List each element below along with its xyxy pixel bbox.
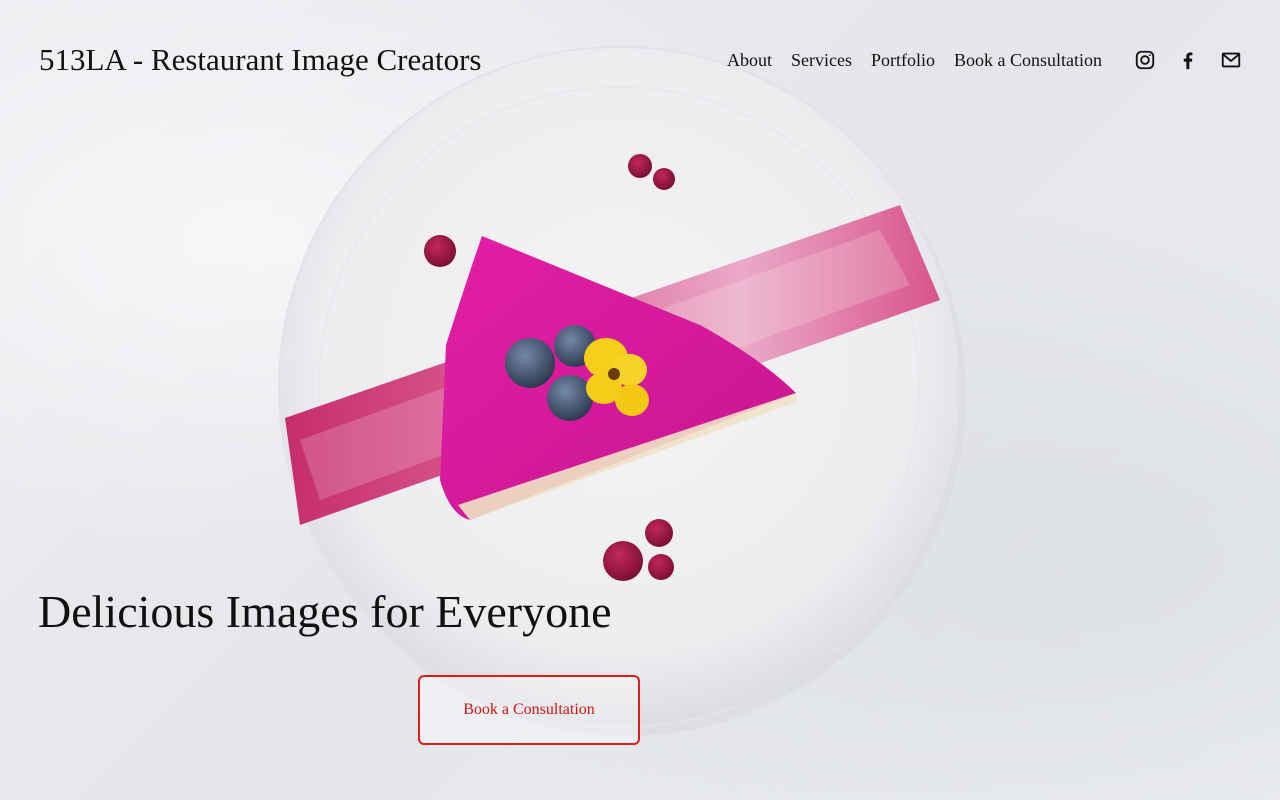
social-links bbox=[1134, 49, 1242, 71]
main-nav: About Services Portfolio Book a Consulta… bbox=[727, 48, 1102, 72]
page: 513LA - Restaurant Image Creators About … bbox=[0, 0, 1280, 800]
nav-link-portfolio[interactable]: Portfolio bbox=[871, 48, 935, 72]
nav-link-about[interactable]: About bbox=[727, 48, 772, 72]
hero-heading: Delicious Images for Everyone bbox=[38, 586, 612, 637]
nav-link-services[interactable]: Services bbox=[791, 48, 852, 72]
email-icon[interactable] bbox=[1220, 49, 1242, 71]
facebook-icon[interactable] bbox=[1177, 49, 1199, 71]
book-consultation-button[interactable]: Book a Consultation bbox=[418, 675, 640, 745]
site-header: 513LA - Restaurant Image Creators About … bbox=[0, 0, 1280, 120]
nav-link-book-consultation[interactable]: Book a Consultation bbox=[954, 48, 1102, 72]
site-title-link[interactable]: 513LA - Restaurant Image Creators bbox=[39, 40, 481, 80]
instagram-icon[interactable] bbox=[1134, 49, 1156, 71]
hero-image bbox=[278, 46, 966, 736]
